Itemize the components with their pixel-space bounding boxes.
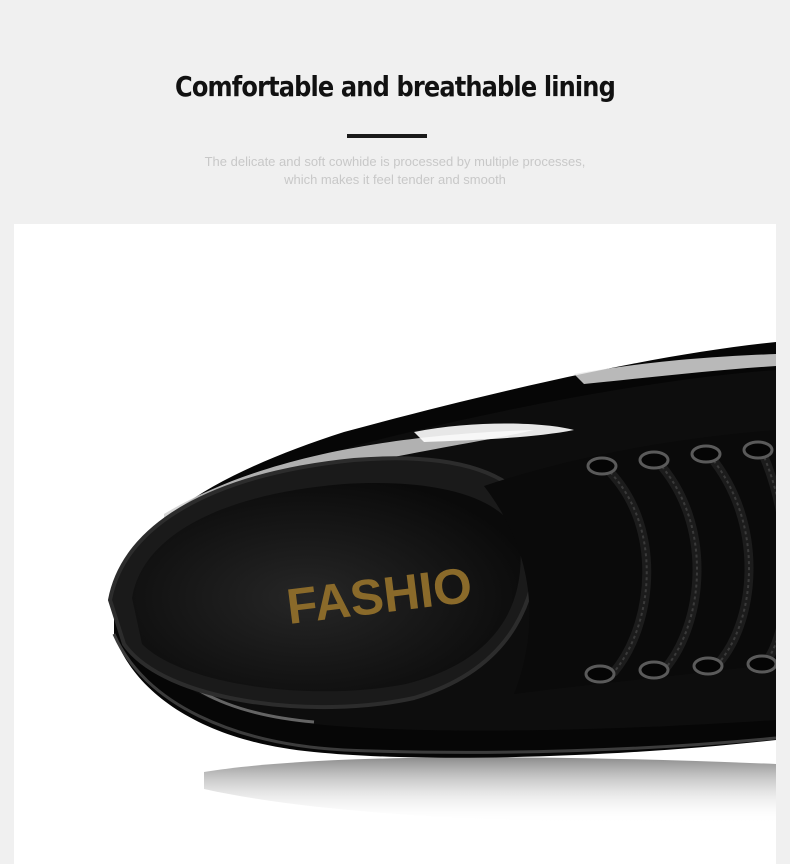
eyelet [584,664,616,684]
eyelet [742,440,774,460]
shoe-illustration: FASHIO [107,342,776,824]
eyelet [746,654,776,674]
eyelet [690,444,722,464]
feature-title: Comfortable and breathable lining [175,70,616,103]
subtitle-line-1: The delicate and soft cowhide is process… [204,154,586,169]
eyelet [638,450,670,470]
eyelet [638,660,670,680]
product-image-panel: FASHIO [14,224,776,864]
feature-header: Comfortable and breathable lining The de… [0,0,790,222]
subtitle-line-2: which makes it feel tender and smooth [284,172,506,187]
title-divider [347,134,427,138]
shoe-reflection [204,757,776,824]
eyelet [692,656,724,676]
eyelet [586,456,618,476]
feature-subtitle: The delicate and soft cowhide is process… [0,153,790,189]
